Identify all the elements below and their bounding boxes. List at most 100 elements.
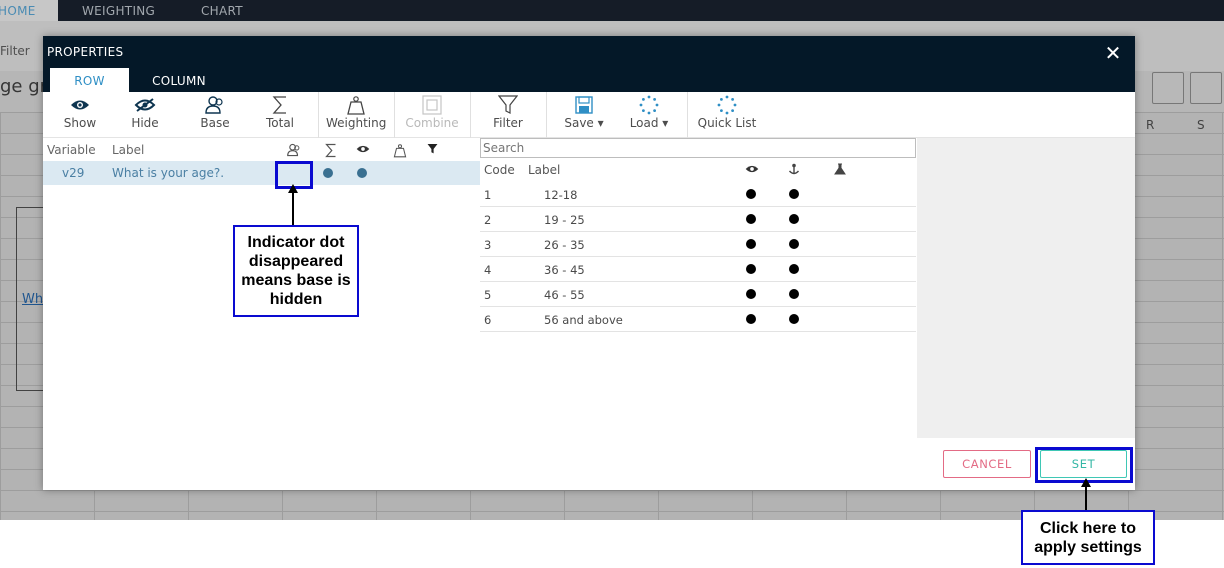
show-indicator-dot bbox=[746, 189, 756, 199]
base-button[interactable]: Base bbox=[195, 92, 235, 138]
combine-label: Combine bbox=[405, 116, 459, 130]
search-input[interactable] bbox=[480, 138, 916, 158]
value-label: 46 - 55 bbox=[544, 288, 585, 302]
variable-code: v29 bbox=[62, 166, 85, 180]
header-label: Label bbox=[112, 143, 145, 157]
value-row[interactable]: 2 19 - 25 bbox=[480, 207, 916, 232]
show-indicator-dot bbox=[746, 214, 756, 224]
show-indicator-dot bbox=[746, 314, 756, 324]
anchor-indicator-dot bbox=[789, 214, 799, 224]
hide-button[interactable]: Hide bbox=[125, 92, 165, 138]
spinner-icon bbox=[629, 94, 669, 116]
variable-label: What is your age?. bbox=[112, 166, 225, 180]
toolbar-separator bbox=[318, 92, 319, 138]
floppy-icon bbox=[564, 94, 604, 116]
toolbar-separator bbox=[687, 92, 688, 138]
properties-toolbar: Show Hide Base Total Weighting Combine F… bbox=[43, 92, 1135, 138]
value-code: 1 bbox=[484, 188, 492, 202]
weight-icon bbox=[336, 94, 376, 116]
header-code: Code bbox=[484, 163, 515, 177]
value-code: 2 bbox=[484, 213, 492, 227]
value-code: 3 bbox=[484, 238, 492, 252]
value-label: 56 and above bbox=[544, 313, 623, 327]
dialog-title: PROPERTIES bbox=[47, 45, 124, 59]
base-label: Base bbox=[200, 116, 230, 130]
value-code: 5 bbox=[484, 288, 492, 302]
variables-table-header: Variable Label bbox=[43, 139, 480, 161]
header-variable: Variable bbox=[47, 143, 96, 157]
eye-icon bbox=[745, 163, 759, 177]
variable-row[interactable]: v29 What is your age?. bbox=[43, 161, 480, 185]
sigma-icon bbox=[324, 143, 338, 161]
load-label: Load ▾ bbox=[629, 116, 669, 130]
save-button[interactable]: Save ▾ bbox=[564, 92, 604, 138]
value-code: 6 bbox=[484, 313, 492, 327]
side-panel bbox=[917, 138, 1135, 438]
show-indicator-dot bbox=[746, 264, 756, 274]
total-indicator-dot bbox=[323, 168, 333, 178]
weighting-button[interactable]: Weighting bbox=[326, 92, 386, 138]
funnel-icon bbox=[427, 143, 438, 158]
header-label: Label bbox=[528, 163, 561, 177]
show-indicator-dot bbox=[357, 168, 367, 178]
hide-label: Hide bbox=[131, 116, 159, 130]
screenshot-root: HOME WEIGHTING CHART Filter ge gr R S Wh… bbox=[0, 0, 1224, 568]
dialog-header: PROPERTIES ✕ ROW COLUMN bbox=[43, 36, 1135, 92]
quick-list-button[interactable]: Quick List bbox=[698, 92, 756, 138]
funnel-icon bbox=[488, 94, 528, 116]
value-row[interactable]: 6 56 and above bbox=[480, 307, 916, 332]
tab-column[interactable]: COLUMN bbox=[139, 68, 219, 92]
anchor-indicator-dot bbox=[789, 239, 799, 249]
quick-list-label: Quick List bbox=[697, 116, 757, 130]
properties-dialog: PROPERTIES ✕ ROW COLUMN Show Hide Base T… bbox=[43, 36, 1135, 490]
eye-icon bbox=[356, 143, 370, 157]
show-indicator-dot bbox=[746, 239, 756, 249]
set-callout: Click here to apply settings bbox=[1021, 510, 1155, 565]
value-label: 19 - 25 bbox=[544, 213, 585, 227]
tab-row[interactable]: ROW bbox=[50, 68, 129, 92]
weight-icon bbox=[393, 143, 407, 161]
total-label: Total bbox=[265, 116, 295, 130]
toolbar-separator bbox=[470, 92, 471, 138]
value-row[interactable]: 1 12-18 bbox=[480, 182, 916, 207]
combine-icon bbox=[412, 94, 452, 116]
base-hidden-callout: Indicator dot disappeared means base is … bbox=[233, 225, 359, 317]
combine-button[interactable]: Combine bbox=[405, 92, 459, 138]
anchor-icon bbox=[788, 163, 800, 179]
value-label: 26 - 35 bbox=[544, 238, 585, 252]
users-icon bbox=[287, 143, 301, 160]
value-row[interactable]: 5 46 - 55 bbox=[480, 282, 916, 307]
value-row[interactable]: 4 36 - 45 bbox=[480, 257, 916, 282]
users-icon bbox=[195, 94, 235, 116]
value-label: 12-18 bbox=[544, 188, 578, 202]
value-code: 4 bbox=[484, 263, 492, 277]
filter-label: Filter bbox=[493, 116, 523, 130]
toolbar-separator bbox=[546, 92, 547, 138]
save-label: Save ▾ bbox=[564, 116, 604, 130]
show-indicator-dot bbox=[746, 289, 756, 299]
total-button[interactable]: Total bbox=[260, 92, 300, 138]
flask-icon bbox=[834, 163, 846, 178]
arrow-line bbox=[292, 192, 294, 225]
load-button[interactable]: Load ▾ bbox=[629, 92, 669, 138]
spinner-icon bbox=[707, 94, 747, 116]
weighting-label: Weighting bbox=[326, 116, 387, 130]
value-label: 36 - 45 bbox=[544, 263, 585, 277]
anchor-indicator-dot bbox=[789, 264, 799, 274]
show-label: Show bbox=[63, 116, 97, 130]
arrow-line bbox=[1085, 486, 1087, 510]
eye-slash-icon bbox=[125, 94, 165, 116]
toolbar-separator bbox=[394, 92, 395, 138]
filter-button[interactable]: Filter bbox=[488, 92, 528, 138]
values-panel: Code Label 1 12-18 2 19 - 25 3 26 - 35 4 36 - 4… bbox=[480, 138, 917, 438]
value-row[interactable]: 3 26 - 35 bbox=[480, 232, 916, 257]
anchor-indicator-dot bbox=[789, 314, 799, 324]
anchor-indicator-dot bbox=[789, 189, 799, 199]
anchor-indicator-dot bbox=[789, 289, 799, 299]
show-button[interactable]: Show bbox=[60, 92, 100, 138]
values-table-header: Code Label bbox=[480, 160, 916, 182]
close-icon[interactable]: ✕ bbox=[1103, 42, 1123, 64]
eye-icon bbox=[60, 94, 100, 116]
cancel-button[interactable]: CANCEL bbox=[943, 450, 1031, 478]
sigma-icon bbox=[260, 94, 300, 116]
